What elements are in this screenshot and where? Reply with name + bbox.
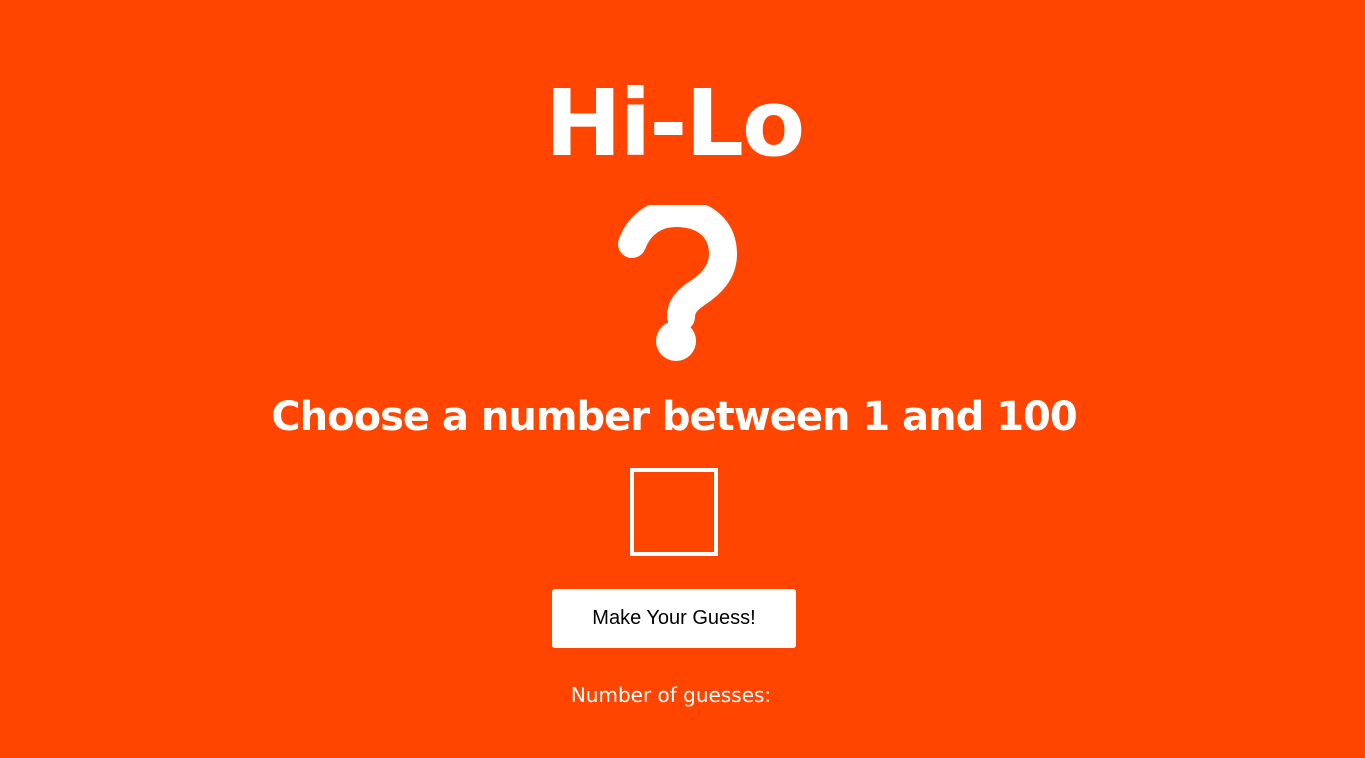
guess-counter: Number of guesses: bbox=[0, 681, 1348, 709]
guess-input[interactable] bbox=[630, 468, 718, 556]
guess-counter-label: Number of guesses: bbox=[570, 683, 772, 707]
page-title: Hi-Lo bbox=[544, 70, 806, 177]
question-mark-icon bbox=[612, 205, 740, 367]
instruction-text: Choose a number between 1 and 100 bbox=[271, 394, 1077, 440]
make-guess-button[interactable]: Make Your Guess! bbox=[552, 589, 796, 648]
